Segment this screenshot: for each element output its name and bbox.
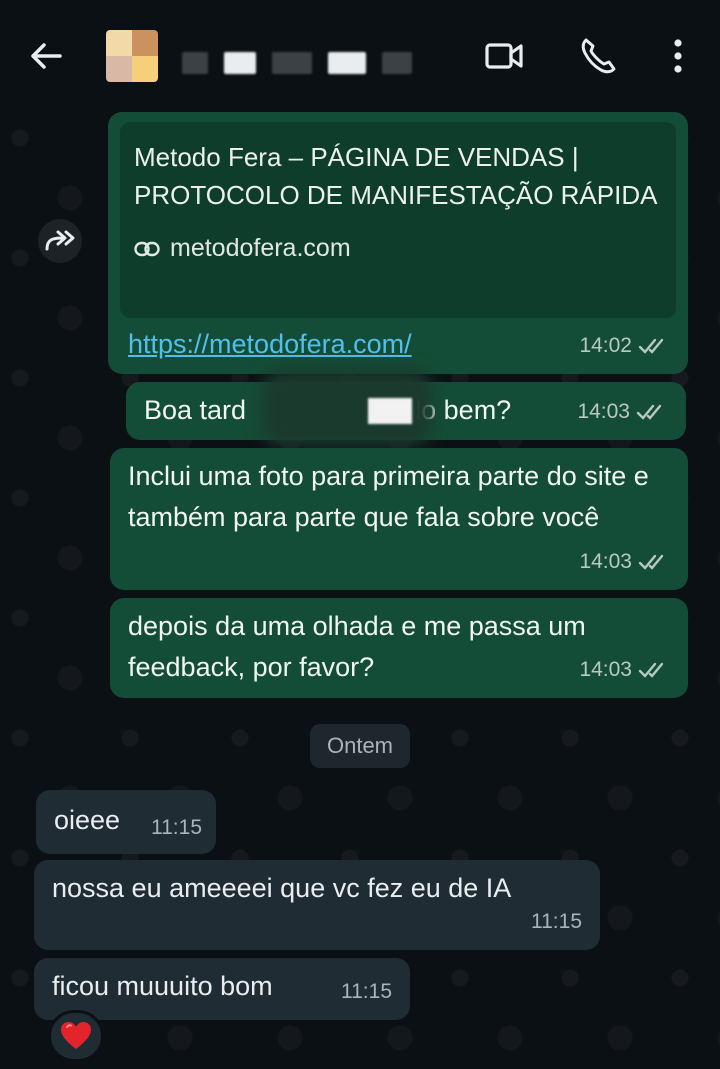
double-check-icon [638,554,664,570]
voice-call-button[interactable] [576,34,620,78]
vertical-dots-icon [674,39,682,73]
outgoing-message[interactable]: depois da uma olhada e me passa um feedb… [110,598,688,698]
heart-icon [61,1022,91,1049]
link-preview-card[interactable]: Metodo Fera – PÁGINA DE VENDAS | PROTOCO… [120,122,676,318]
message-meta: 11:15 [531,901,582,942]
message-meta: 14:03 [579,649,670,690]
video-call-button[interactable] [482,34,526,78]
message-text: oieee [54,805,121,835]
message-meta: 14:03 [577,391,668,432]
message-url-link[interactable]: https://metodofera.com/ [128,324,412,365]
message-time: 14:03 [577,400,630,423]
forward-button[interactable] [32,218,88,264]
arrow-left-icon [31,43,62,69]
date-divider: Ontem [310,724,410,768]
message-time: 11:15 [341,980,392,1003]
message-text: ficou muuuito bom [52,971,273,1001]
link-icon [134,241,160,256]
incoming-message[interactable]: nossa eu ameeeei que vc fez eu de IA 11:… [34,860,600,950]
avatar[interactable] [106,30,158,82]
link-preview-domain-text: metodofera.com [170,234,351,262]
link-preview-title: Metodo Fera – PÁGINA DE VENDAS | PROTOCO… [134,142,658,210]
message-meta: 11:15 [341,971,392,1012]
more-options-button[interactable] [656,34,700,78]
message-text-start: Boa tard [144,395,247,425]
link-preview-domain: metodofera.com [134,228,662,269]
message-time: 11:15 [531,910,582,933]
heart-reaction[interactable] [48,1010,104,1062]
incoming-message[interactable]: oieee 11:15 [36,790,216,854]
video-camera-icon [485,43,523,69]
double-check-icon [638,662,664,678]
message-text: Inclui uma foto para primeira parte do s… [128,461,649,532]
message-meta: 14:02 [579,325,670,366]
contact-name-redacted[interactable] [182,46,422,80]
message-time: 11:15 [151,816,202,839]
message-text: nossa eu ameeeei que vc fez eu de IA [52,873,512,903]
chat-header [0,0,720,108]
message-time: 14:03 [579,550,632,573]
phone-icon [581,38,616,74]
message-meta: 14:03 [579,541,670,582]
message-meta: 11:15 [151,807,202,848]
message-time: 14:02 [579,334,632,357]
outgoing-link-message[interactable]: Metodo Fera – PÁGINA DE VENDAS | PROTOCO… [108,112,688,374]
message-time: 14:03 [579,658,632,681]
outgoing-message[interactable]: Inclui uma foto para primeira parte do s… [110,448,688,590]
double-check-icon [636,404,662,420]
back-button[interactable] [26,36,66,76]
double-check-icon [638,338,664,354]
incoming-message[interactable]: ficou muuuito bom 11:15 [34,958,410,1020]
redacted-area [368,398,412,424]
forward-icon [38,219,82,263]
